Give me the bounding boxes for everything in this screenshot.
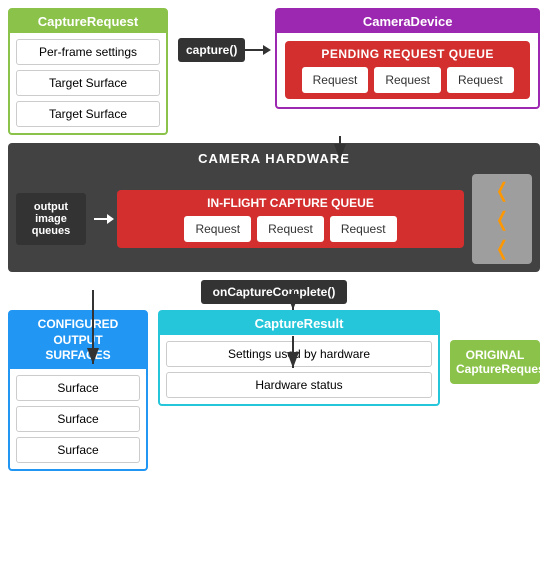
capture-request-items: Per-frame settings Target Surface Target… — [10, 33, 166, 133]
cr-item-per-frame: Per-frame settings — [16, 39, 160, 65]
capture-call-area: capture() — [178, 38, 265, 62]
lens-arrows: ❬ ❬ ❬ — [494, 178, 511, 261]
cr-item-target-surface-1: Target Surface — [16, 70, 160, 96]
inflight-req-2: Request — [257, 216, 324, 242]
output-image-queues-label: output imagequeues — [16, 193, 86, 245]
cr-result-settings: Settings used by hardware — [166, 341, 432, 367]
camera-hardware-section: CAMERA HARDWARE output imagequeues IN-FL… — [8, 143, 540, 272]
lens-arrow-1: ❬ — [494, 178, 511, 203]
on-capture-complete-row: onCaptureComplete() — [8, 280, 540, 304]
hardware-content: output imagequeues IN-FLIGHT CAPTURE QUE… — [16, 174, 532, 264]
configured-surfaces-box: CONFIGURED OUTPUTSURFACES Surface Surfac… — [8, 310, 148, 471]
hw-arrow — [94, 218, 109, 220]
capture-arrow — [245, 49, 265, 51]
surface-item-2: Surface — [16, 406, 140, 432]
pending-req-3: Request — [447, 67, 514, 93]
capture-result-area: CaptureResult Settings used by hardware … — [158, 310, 440, 471]
cr-item-target-surface-2: Target Surface — [16, 101, 160, 127]
inflight-title: IN-FLIGHT CAPTURE QUEUE — [123, 196, 458, 210]
capture-call-label: capture() — [178, 38, 245, 62]
inflight-req-1: Request — [184, 216, 251, 242]
capture-result-title: CaptureResult — [160, 312, 438, 335]
lens-arrow-3: ❬ — [494, 236, 511, 261]
inflight-req-3: Request — [330, 216, 397, 242]
surface-items: Surface Surface Surface — [10, 369, 146, 469]
camera-device-title: CameraDevice — [277, 10, 538, 33]
lens-arrow-2: ❬ — [494, 207, 511, 232]
capture-request-box: CaptureRequest Per-frame settings Target… — [8, 8, 168, 135]
pending-request-items: Request Request Request — [291, 67, 524, 93]
original-capture-request-box: ORIGINAL CaptureRequest — [450, 340, 540, 384]
on-capture-complete-label: onCaptureComplete() — [201, 280, 348, 304]
camera-hardware-title: CAMERA HARDWARE — [16, 151, 532, 166]
pending-queue-title: PENDING REQUEST QUEUE — [291, 47, 524, 61]
bottom-section: CONFIGURED OUTPUTSURFACES Surface Surfac… — [8, 310, 540, 471]
surface-item-3: Surface — [16, 437, 140, 463]
pending-req-1: Request — [302, 67, 369, 93]
capture-result-items: Settings used by hardware Hardware statu… — [160, 335, 438, 404]
capture-request-title: CaptureRequest — [10, 10, 166, 33]
inflight-request-items: Request Request Request — [123, 216, 458, 242]
pending-req-2: Request — [374, 67, 441, 93]
camera-lens: ❬ ❬ ❬ — [472, 174, 532, 264]
surface-item-1: Surface — [16, 375, 140, 401]
original-cr-line2: CaptureRequest — [456, 362, 548, 376]
pending-queue-box: PENDING REQUEST QUEUE Request Request Re… — [285, 41, 530, 99]
camera-device-box: CameraDevice PENDING REQUEST QUEUE Reque… — [275, 8, 540, 109]
capture-result-box: CaptureResult Settings used by hardware … — [158, 310, 440, 406]
original-cr-line1: ORIGINAL — [466, 348, 525, 362]
inflight-queue-box: IN-FLIGHT CAPTURE QUEUE Request Request … — [117, 190, 464, 248]
cr-result-status: Hardware status — [166, 372, 432, 398]
configured-surfaces-title: CONFIGURED OUTPUTSURFACES — [10, 312, 146, 369]
